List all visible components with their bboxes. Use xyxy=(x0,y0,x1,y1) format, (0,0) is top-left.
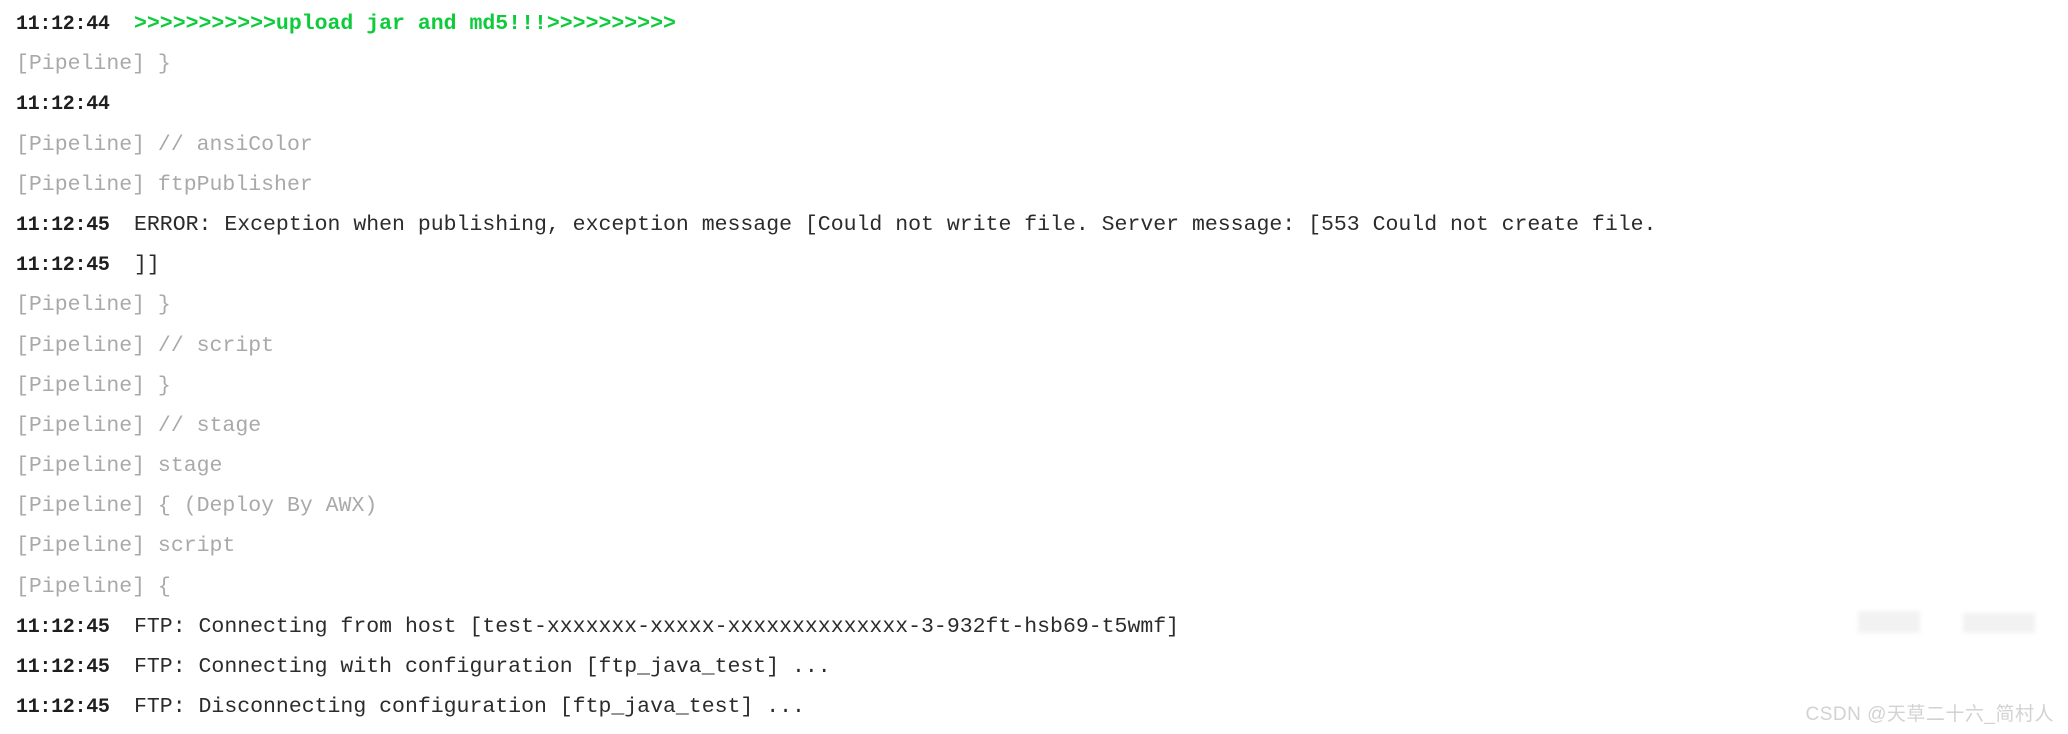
pipeline-message: [Pipeline] } xyxy=(16,293,171,318)
log-timestamp: 11:12:45 xyxy=(16,696,110,720)
pipeline-message: [Pipeline] script xyxy=(16,534,236,559)
log-message: FTP: Connecting from host [test-xxxxxxx-… xyxy=(134,614,1180,639)
redaction-block xyxy=(1941,608,1958,635)
log-line: [Pipeline] ftpPublisher xyxy=(0,165,2068,205)
pipeline-message: [Pipeline] // ansiColor xyxy=(16,132,313,157)
log-line: 11:12:44 >>>>>>>>>>>upload jar and md5!!!… xyxy=(0,4,2068,44)
log-message: ERROR: Exception when publishing, except… xyxy=(134,212,1657,237)
log-message: FTP: Connecting with configuration [ftp_… xyxy=(134,655,831,679)
log-line: [Pipeline] } xyxy=(0,44,2068,84)
log-line: 11:12:45 FTP: Disconnecting configuration… xyxy=(0,687,2068,727)
log-line: 11:12:44 xyxy=(0,84,2068,124)
log-timestamp: 11:12:45 xyxy=(16,656,110,679)
log-message: >>>>>>>>>>>upload jar and md5!!!>>>>>>>>… xyxy=(134,12,676,36)
csdn-watermark: CSDN @天草二十六_简村人 xyxy=(1805,704,2054,725)
log-line: 11:12:45]] xyxy=(0,245,2068,285)
pipeline-message: [Pipeline] } xyxy=(16,52,171,77)
console-output[interactable]: 11:12:44 >>>>>>>>>>>upload jar and md5!!!… xyxy=(0,0,2068,727)
redaction-block xyxy=(2049,610,2068,635)
log-timestamp: 11:12:45 xyxy=(16,213,110,237)
log-line: 11:12:45 ERROR: Exception when publishing… xyxy=(0,205,2068,245)
log-line: [Pipeline] script xyxy=(0,526,2068,566)
log-line: 11:12:45 FTP: Connecting with configurati… xyxy=(0,647,2068,687)
log-message: FTP: Disconnecting configuration [ftp_ja… xyxy=(134,695,805,720)
log-line: [Pipeline] // script xyxy=(0,326,2068,366)
log-line: [Pipeline] { (Deploy By AWX) xyxy=(0,486,2068,526)
log-line: [Pipeline] } xyxy=(0,366,2068,406)
pipeline-message: [Pipeline] { (Deploy By AWX) xyxy=(16,494,378,519)
log-line: [Pipeline] { xyxy=(0,567,2068,607)
log-timestamp: 11:12:44 xyxy=(16,13,110,36)
log-timestamp: 11:12:45 xyxy=(16,254,110,278)
log-line: [Pipeline] // stage xyxy=(0,406,2068,446)
log-line: [Pipeline] // ansiColor xyxy=(0,125,2068,165)
log-timestamp: 11:12:44 xyxy=(16,93,110,117)
log-line: [Pipeline] } xyxy=(0,285,2068,325)
pipeline-message: [Pipeline] } xyxy=(16,373,171,398)
pipeline-message: [Pipeline] // script xyxy=(16,333,275,358)
log-message: ]] xyxy=(134,253,160,278)
pipeline-message: [Pipeline] { xyxy=(16,574,171,599)
redaction-block xyxy=(1783,608,1844,635)
pipeline-message: [Pipeline] ftpPublisher xyxy=(16,172,313,197)
log-timestamp: 11:12:45 xyxy=(16,615,110,639)
log-line: 11:12:45 FTP: Connecting from host [test-… xyxy=(0,607,2068,647)
redaction-block xyxy=(1963,612,2036,633)
pipeline-message: [Pipeline] // stage xyxy=(16,413,262,438)
redaction-block xyxy=(1858,610,1921,633)
log-line: [Pipeline] stage xyxy=(0,446,2068,486)
pipeline-message: [Pipeline] stage xyxy=(16,454,223,479)
